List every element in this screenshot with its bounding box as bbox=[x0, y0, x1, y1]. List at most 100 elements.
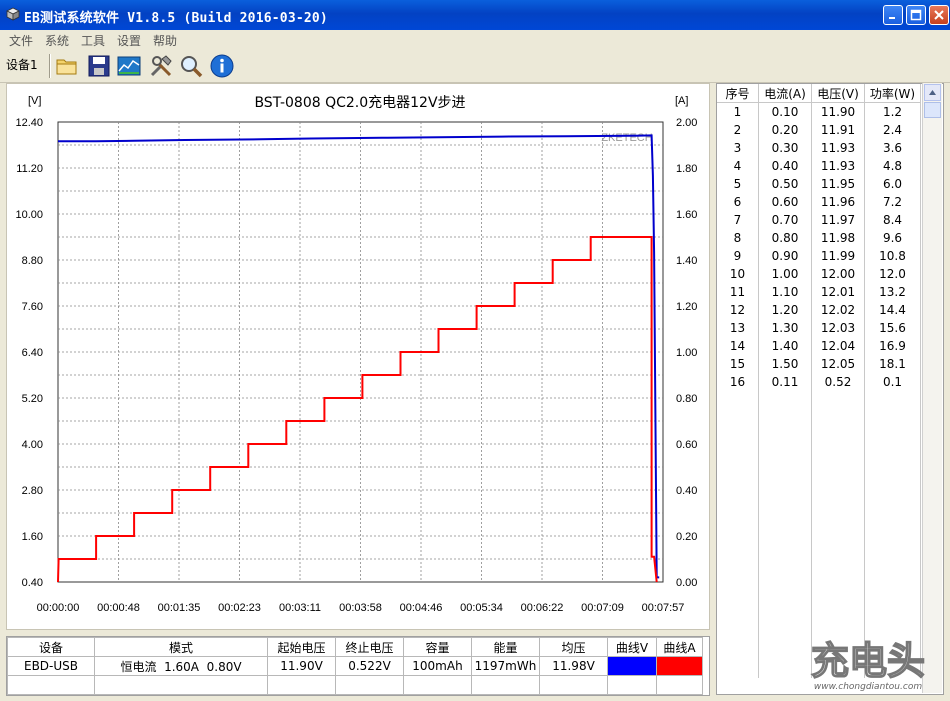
y-right-tick-label: 0.40 bbox=[676, 485, 697, 497]
table-row[interactable]: 6 0.60 11.96 7.2 bbox=[717, 193, 921, 211]
menu-settings[interactable]: 设置 bbox=[117, 32, 141, 49]
scroll-thumb[interactable] bbox=[924, 102, 941, 118]
y-right-tick-label: 1.60 bbox=[676, 209, 697, 221]
cell-index: 9 bbox=[717, 247, 759, 265]
cell-power: 18.1 bbox=[864, 355, 921, 373]
curve-a-swatch[interactable] bbox=[656, 656, 703, 676]
minimize-icon bbox=[889, 17, 895, 19]
cell-index: 14 bbox=[717, 337, 759, 355]
table-row[interactable]: 14 1.40 12.04 16.9 bbox=[717, 337, 921, 355]
y-left-tick-label: 6.40 bbox=[22, 347, 43, 359]
cell-voltage: 12.03 bbox=[811, 319, 865, 337]
y-right-tick-label: 2.00 bbox=[676, 117, 697, 129]
cell-capacity: 100mAh bbox=[403, 656, 472, 676]
vertical-scrollbar[interactable] bbox=[922, 83, 942, 693]
cell-current: 1.00 bbox=[758, 265, 812, 283]
cell-voltage: 11.93 bbox=[811, 157, 865, 175]
search-icon[interactable] bbox=[178, 53, 204, 79]
cell-current: 1.50 bbox=[758, 355, 812, 373]
table-row[interactable]: 13 1.30 12.03 15.6 bbox=[717, 319, 921, 337]
cell-end-voltage: 0.522V bbox=[335, 656, 404, 676]
cell-index: 5 bbox=[717, 175, 759, 193]
header-curve-a: 曲线A bbox=[656, 637, 703, 657]
cell-power: 1.2 bbox=[864, 102, 921, 121]
cell-mode: 恒电流 1.60A 0.80V bbox=[94, 656, 268, 676]
table-row[interactable]: 5 0.50 11.95 6.0 bbox=[717, 175, 921, 193]
menu-system[interactable]: 系统 bbox=[45, 32, 69, 49]
header-power[interactable]: 功率(W) bbox=[864, 84, 921, 103]
header-curve-v: 曲线V bbox=[607, 637, 657, 657]
cell-voltage: 0.52 bbox=[811, 373, 865, 391]
table-row[interactable]: 8 0.80 11.98 9.6 bbox=[717, 229, 921, 247]
y-left-unit: [V] bbox=[28, 95, 41, 107]
cell-index: 8 bbox=[717, 229, 759, 247]
table-row[interactable]: 7 0.70 11.97 8.4 bbox=[717, 211, 921, 229]
cell-voltage: 12.01 bbox=[811, 283, 865, 301]
folder-icon[interactable] bbox=[54, 53, 80, 79]
maximize-button[interactable] bbox=[906, 5, 926, 25]
y-right-tick-label: 0.00 bbox=[676, 577, 697, 589]
cell-power: 9.6 bbox=[864, 229, 921, 247]
save-icon[interactable] bbox=[86, 53, 112, 79]
menu-tools[interactable]: 工具 bbox=[81, 32, 105, 49]
y-right-tick-label: 1.00 bbox=[676, 347, 697, 359]
table-row[interactable]: 11 1.10 12.01 13.2 bbox=[717, 283, 921, 301]
minimize-button[interactable] bbox=[883, 5, 903, 25]
table-row[interactable]: 4 0.40 11.93 4.8 bbox=[717, 157, 921, 175]
cell-current: 0.70 bbox=[758, 211, 812, 229]
watermark-url: www.chongdiantou.com bbox=[814, 682, 922, 692]
header-energy: 能量 bbox=[471, 637, 540, 657]
cell-index: 4 bbox=[717, 157, 759, 175]
x-tick-label: 00:04:46 bbox=[400, 602, 443, 614]
menu-file[interactable]: 文件 bbox=[9, 32, 33, 49]
table-row[interactable]: 9 0.90 11.99 10.8 bbox=[717, 247, 921, 265]
y-right-tick-label: 0.60 bbox=[676, 439, 697, 451]
cell-energy: 1197mWh bbox=[471, 656, 540, 676]
cell-index: 16 bbox=[717, 373, 759, 391]
curve-v-swatch[interactable] bbox=[607, 656, 657, 676]
cell-start-voltage: 11.90V bbox=[267, 656, 336, 676]
cell-voltage: 11.93 bbox=[811, 139, 865, 157]
cell-current: 0.20 bbox=[758, 121, 812, 139]
table-row[interactable]: 16 0.11 0.52 0.1 bbox=[717, 373, 921, 391]
cell-current: 0.60 bbox=[758, 193, 812, 211]
header-voltage[interactable]: 电压(V) bbox=[811, 84, 865, 103]
cell-index: 12 bbox=[717, 301, 759, 319]
info-icon[interactable] bbox=[209, 53, 235, 79]
chart-panel: [V] [A] BST-0808 QC2.0充电器12V步进 12.40 11.2… bbox=[6, 83, 710, 630]
cell-power: 16.9 bbox=[864, 337, 921, 355]
data-table-panel: 序号 电流(A) 电压(V) 功率(W) 1 0.10 11.90 1.2 2 0.20 1… bbox=[716, 83, 944, 695]
scroll-up-button[interactable] bbox=[924, 84, 941, 101]
x-tick-label: 00:05:34 bbox=[460, 602, 503, 614]
cell-voltage: 11.95 bbox=[811, 175, 865, 193]
info-data-row[interactable]: EBD-USB 恒电流 1.60A 0.80V 11.90V 0.522V 10… bbox=[7, 656, 703, 676]
cell-current: 0.50 bbox=[758, 175, 812, 193]
header-start-voltage: 起始电压 bbox=[267, 637, 336, 657]
device-tab[interactable]: 设备1 bbox=[6, 56, 38, 73]
window-title: EB测试系统软件 V1.8.5 (Build 2016-03-20) bbox=[24, 11, 328, 26]
menu-help[interactable]: 帮助 bbox=[153, 32, 177, 49]
header-index[interactable]: 序号 bbox=[717, 84, 759, 103]
toolbar-separator bbox=[49, 54, 51, 78]
y-left-axis: 12.40 11.20 10.00 8.80 7.60 6.40 5.20 4.00 2.80 1… bbox=[15, 117, 43, 589]
y-right-tick-label: 0.80 bbox=[676, 393, 697, 405]
header-current[interactable]: 电流(A) bbox=[758, 84, 812, 103]
table-row[interactable]: 2 0.20 11.91 2.4 bbox=[717, 121, 921, 139]
cell-current: 1.10 bbox=[758, 283, 812, 301]
y-right-tick-label: 1.40 bbox=[676, 255, 697, 267]
cell-power: 7.2 bbox=[864, 193, 921, 211]
table-row[interactable]: 10 1.00 12.00 12.0 bbox=[717, 265, 921, 283]
chart-icon[interactable] bbox=[116, 53, 142, 79]
close-button[interactable] bbox=[929, 5, 949, 25]
table-row[interactable]: 1 0.10 11.90 1.2 bbox=[717, 102, 921, 121]
table-row[interactable]: 15 1.50 12.05 18.1 bbox=[717, 355, 921, 373]
table-row[interactable]: 12 1.20 12.02 14.4 bbox=[717, 301, 921, 319]
tools-icon[interactable] bbox=[148, 53, 174, 79]
cell-voltage: 11.90 bbox=[811, 102, 865, 121]
data-header-row: 序号 电流(A) 电压(V) 功率(W) bbox=[717, 84, 921, 103]
cell-voltage: 11.97 bbox=[811, 211, 865, 229]
header-mode: 模式 bbox=[94, 637, 268, 657]
table-row[interactable]: 3 0.30 11.93 3.6 bbox=[717, 139, 921, 157]
cell-index: 11 bbox=[717, 283, 759, 301]
x-tick-label: 00:03:58 bbox=[339, 602, 382, 614]
